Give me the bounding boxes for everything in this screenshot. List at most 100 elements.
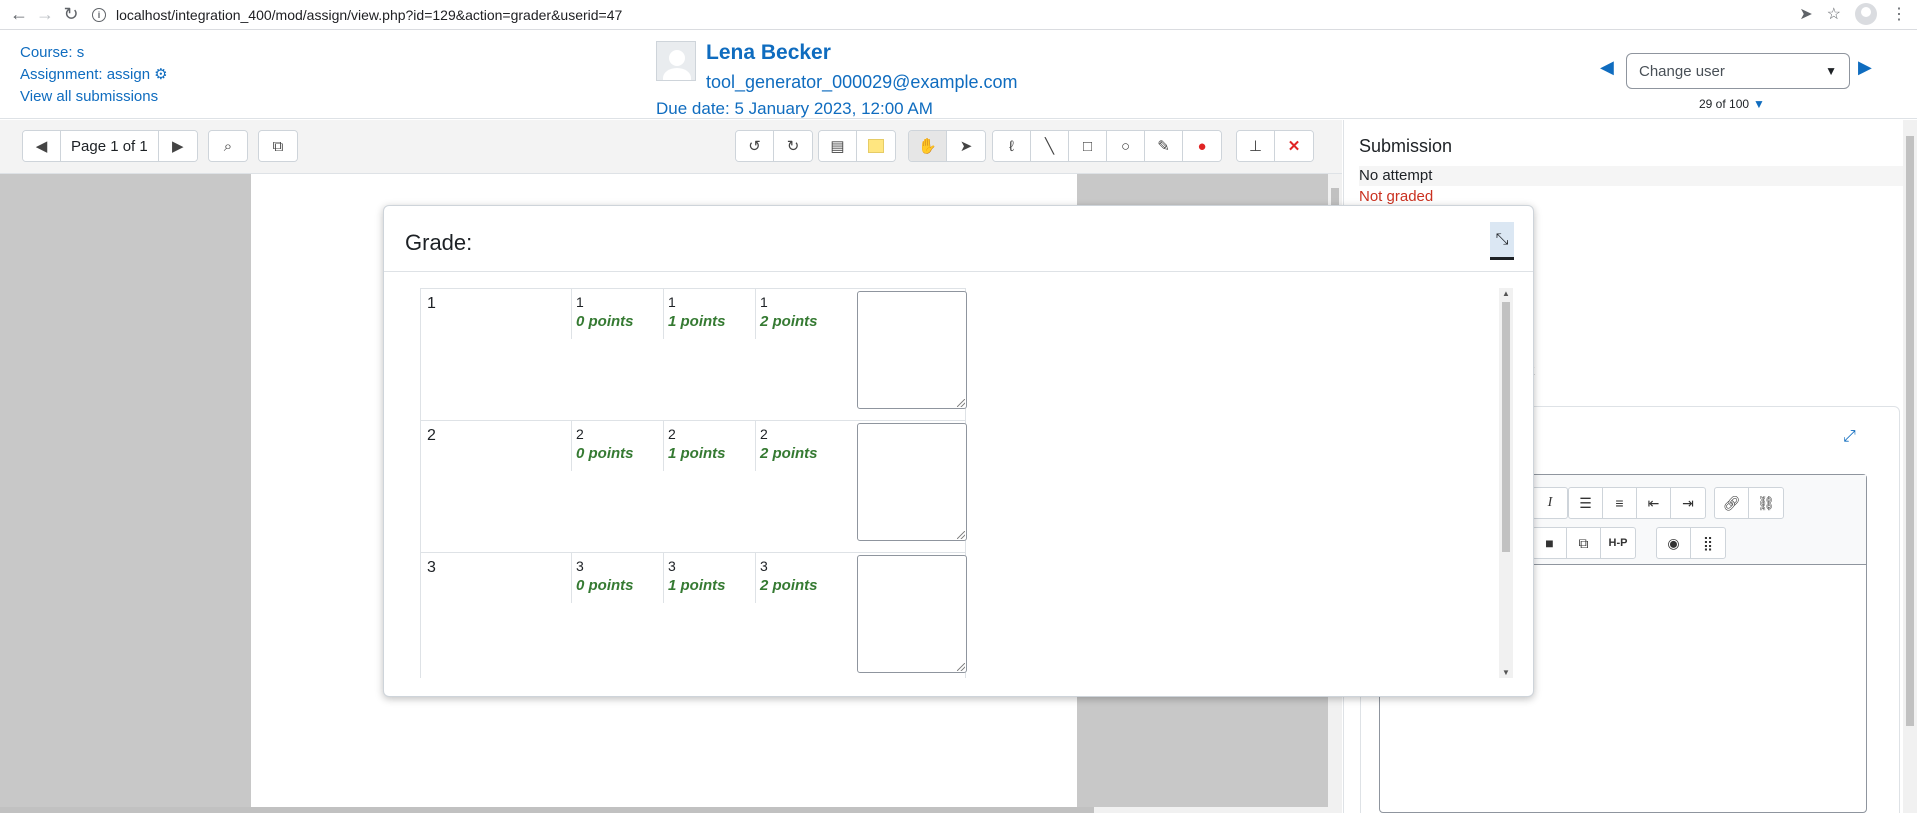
ordered-list-icon[interactable]: ≡ bbox=[1603, 488, 1637, 518]
level-definition: 3 bbox=[668, 558, 676, 574]
user-email[interactable]: tool_generator_000029@example.com bbox=[706, 72, 1017, 93]
oval-icon[interactable]: ○ bbox=[1107, 131, 1145, 161]
outdent-icon[interactable]: ⇤ bbox=[1637, 488, 1671, 518]
rectangle-icon[interactable]: □ bbox=[1069, 131, 1107, 161]
level-points: 0 points bbox=[576, 445, 634, 462]
pan-hand-icon[interactable]: ✋ bbox=[909, 131, 947, 161]
rubric-level[interactable]: 3 2 points bbox=[755, 553, 847, 603]
scroll-down-icon[interactable]: ▼ bbox=[1502, 668, 1510, 677]
rubric-level[interactable]: 2 1 points bbox=[663, 421, 755, 471]
copy-icon[interactable]: ⧉ bbox=[1567, 528, 1601, 558]
delete-icon[interactable]: ✕ bbox=[1275, 131, 1313, 161]
view-all-submissions-link[interactable]: View all submissions bbox=[20, 86, 168, 108]
line-icon[interactable]: ╲ bbox=[1031, 131, 1069, 161]
remark-textarea[interactable] bbox=[857, 423, 967, 541]
rubric-level[interactable]: 3 0 points bbox=[571, 553, 663, 603]
level-definition: 2 bbox=[576, 426, 584, 442]
rubric-grid: 1 1 0 points 1 1 points 1 2 points 2 2 0… bbox=[420, 288, 1500, 678]
criterion-row: 1 1 0 points 1 1 points 1 2 points bbox=[420, 288, 967, 421]
gear-icon[interactable]: ⚙ bbox=[154, 64, 167, 86]
rotate-right-icon[interactable]: ↻ bbox=[774, 131, 812, 161]
modal-scrollbar[interactable]: ▲ ▼ bbox=[1499, 288, 1513, 678]
rubric-level[interactable]: 3 1 points bbox=[663, 553, 755, 603]
send-icon[interactable]: ➤ bbox=[1799, 4, 1812, 24]
previous-page-button[interactable]: ◀ bbox=[23, 131, 61, 161]
rubric-level[interactable]: 2 2 points bbox=[755, 421, 847, 471]
expand-editor-icon[interactable]: ⤢ bbox=[1843, 428, 1856, 446]
select-pointer-icon[interactable]: ➤ bbox=[947, 131, 985, 161]
grade-modal: Grade: ⤡ 1 1 0 points 1 1 points 1 2 poi… bbox=[383, 205, 1534, 697]
draw-tools-group: ℓ ╲ □ ○ ✎ ● bbox=[992, 130, 1222, 162]
avatar bbox=[656, 41, 696, 81]
remark-textarea[interactable] bbox=[857, 555, 967, 673]
h5p-button[interactable]: H-P bbox=[1601, 528, 1635, 558]
unordered-list-icon[interactable]: ☰ bbox=[1569, 488, 1603, 518]
next-user-icon[interactable]: ▶ bbox=[1858, 57, 1872, 78]
expand-collapse-icon[interactable]: ⧉ bbox=[259, 131, 297, 161]
level-points: 2 points bbox=[760, 445, 818, 462]
level-definition: 2 bbox=[668, 426, 676, 442]
browser-toolbar: ← → ↻ i localhost/integration_400/mod/as… bbox=[0, 0, 1917, 30]
modal-header: Grade: ⤡ bbox=[384, 206, 1533, 272]
level-points: 0 points bbox=[576, 313, 634, 330]
criterion-name: 1 bbox=[427, 295, 436, 312]
user-count-text: 29 of 100 bbox=[1699, 97, 1750, 111]
filter-icon[interactable]: ▼ bbox=[1753, 97, 1765, 111]
url-text: localhost/integration_400/mod/assign/vie… bbox=[116, 6, 623, 23]
collapse-icon[interactable]: ⤡ bbox=[1490, 222, 1514, 260]
course-link[interactable]: Course: s bbox=[20, 42, 168, 64]
accessibility-icon[interactable]: ◉ bbox=[1657, 528, 1691, 558]
search-comments-icon[interactable]: ⌕ bbox=[209, 131, 247, 161]
level-definition: 3 bbox=[576, 558, 584, 574]
comment-icon[interactable]: ▤ bbox=[819, 131, 857, 161]
screenreader-icon[interactable]: ⣿ bbox=[1691, 528, 1725, 558]
link-icon[interactable]: 🔗︎ bbox=[1715, 488, 1749, 518]
rubric-level[interactable]: 1 0 points bbox=[571, 289, 663, 339]
site-info-icon[interactable]: i bbox=[92, 7, 106, 22]
user-name[interactable]: Lena Becker bbox=[706, 41, 831, 65]
change-user-placeholder: Change user bbox=[1639, 62, 1725, 80]
video-icon[interactable]: ■ bbox=[1533, 528, 1567, 558]
profile-icon[interactable] bbox=[1855, 3, 1877, 25]
highlighter-icon[interactable]: ✎ bbox=[1145, 131, 1183, 161]
criterion-name: 2 bbox=[427, 427, 436, 444]
reload-icon[interactable]: ↻ bbox=[58, 2, 84, 28]
next-page-button[interactable]: ▶ bbox=[158, 131, 197, 161]
pen-icon[interactable]: ℓ bbox=[993, 131, 1031, 161]
rubric-level[interactable]: 1 1 points bbox=[663, 289, 755, 339]
forward-icon[interactable]: → bbox=[32, 2, 58, 28]
page-vertical-scrollbar[interactable] bbox=[1903, 120, 1917, 813]
page-label[interactable]: Page 1 of 1 bbox=[61, 131, 159, 161]
level-points: 1 points bbox=[668, 445, 726, 462]
pan-select-group: ✋ ➤ bbox=[908, 130, 986, 162]
criterion-row: 3 3 0 points 3 1 points 3 2 points bbox=[420, 552, 967, 678]
color-drop-icon[interactable]: ● bbox=[1183, 131, 1221, 161]
change-user-select[interactable]: Change user ▼ bbox=[1626, 53, 1850, 89]
italic-icon[interactable]: I bbox=[1533, 488, 1567, 518]
rotate-left-icon[interactable]: ↺ bbox=[736, 131, 774, 161]
user-count: 29 of 100 ▼ bbox=[1699, 97, 1765, 111]
remark-textarea[interactable] bbox=[857, 291, 967, 409]
assignment-link[interactable]: Assignment: assign ⚙ bbox=[20, 64, 168, 86]
annotation-horizontal-scrollbar[interactable] bbox=[0, 807, 1328, 813]
previous-user-icon[interactable]: ◀ bbox=[1600, 57, 1614, 78]
indent-icon[interactable]: ⇥ bbox=[1671, 488, 1705, 518]
modal-title: Grade: bbox=[405, 230, 473, 255]
comment-group: ▤ bbox=[818, 130, 896, 162]
grader-header: Course: s Assignment: assign ⚙ View all s… bbox=[0, 31, 1917, 119]
address-bar[interactable]: i localhost/integration_400/mod/assign/v… bbox=[92, 3, 622, 27]
level-points: 0 points bbox=[576, 577, 634, 594]
level-points: 1 points bbox=[668, 313, 726, 330]
scroll-up-icon[interactable]: ▲ bbox=[1502, 289, 1510, 298]
level-definition: 1 bbox=[576, 294, 584, 310]
rubric-level[interactable]: 1 2 points bbox=[755, 289, 847, 339]
color-swatch-icon[interactable] bbox=[857, 131, 895, 161]
rubric-level[interactable]: 2 0 points bbox=[571, 421, 663, 471]
menu-icon[interactable]: ⋮ bbox=[1891, 4, 1907, 24]
stamp-icon[interactable]: ⊥ bbox=[1237, 131, 1275, 161]
back-icon[interactable]: ← bbox=[6, 2, 32, 28]
level-definition: 2 bbox=[760, 426, 768, 442]
unlink-icon[interactable]: ⛓︎ bbox=[1749, 488, 1783, 518]
submission-heading: Submission bbox=[1359, 136, 1453, 156]
bookmark-star-icon[interactable]: ☆ bbox=[1827, 4, 1841, 24]
